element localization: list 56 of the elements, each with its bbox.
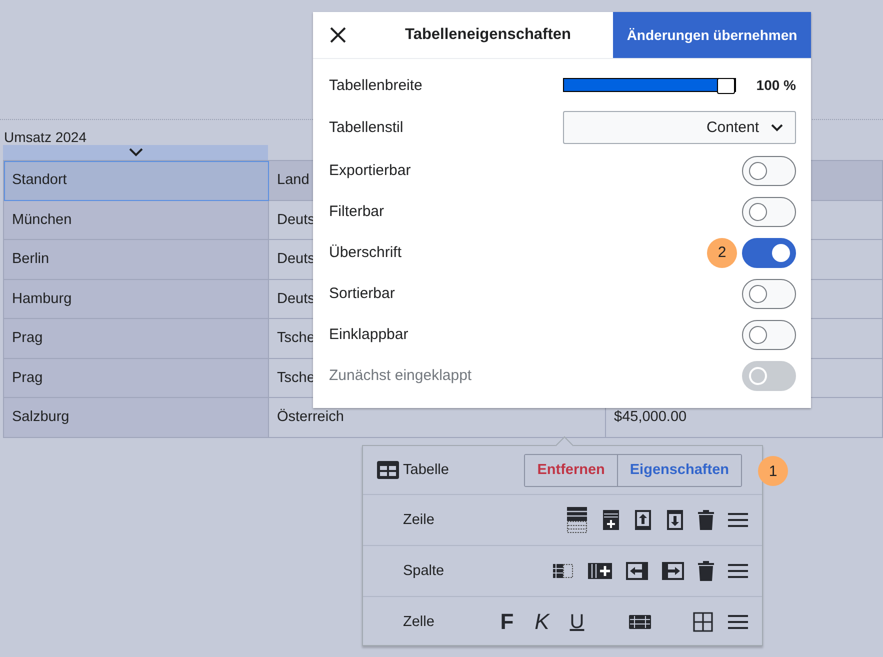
option-label: Exportierbar — [329, 162, 412, 179]
style-dropdown[interactable]: Content — [563, 111, 796, 144]
callout-badge: 2 — [707, 238, 737, 268]
table-cell: Prag — [4, 358, 269, 398]
header-cell[interactable]: Standort — [4, 161, 269, 200]
merge-cells-icon[interactable] — [629, 615, 651, 629]
format-button[interactable]: F — [497, 611, 517, 633]
table-cell: Berlin — [4, 240, 269, 280]
table-caption: Umsatz 2024 — [4, 129, 88, 145]
width-slider[interactable] — [563, 78, 736, 92]
grid-icon[interactable] — [693, 612, 713, 632]
toggle-switch[interactable] — [742, 238, 796, 268]
toggle-switch[interactable] — [742, 278, 796, 308]
menu-icon[interactable] — [728, 563, 748, 579]
option-label: Einklappbar — [329, 326, 410, 343]
format-button[interactable]: K — [532, 611, 552, 633]
table-cell: Salzburg — [4, 398, 269, 438]
toggle-switch[interactable] — [742, 196, 796, 226]
rows-icon[interactable] — [566, 506, 588, 534]
toolbar-label: Tabelle — [403, 462, 449, 478]
apply-button[interactable]: Änderungen übernehmen — [613, 12, 811, 58]
slider-value: 100 % — [755, 77, 796, 93]
toggle-switch[interactable] — [742, 320, 796, 350]
option-label: Zunächst eingeklappt — [329, 367, 473, 384]
trash-icon[interactable] — [698, 560, 714, 582]
option-label: Überschrift — [329, 244, 403, 261]
slider-thumb[interactable] — [717, 78, 735, 94]
arrow-down-icon[interactable] — [666, 509, 684, 531]
menu-icon[interactable] — [728, 512, 748, 528]
option-label: Filterbar — [329, 203, 386, 220]
trash-icon[interactable] — [698, 509, 714, 531]
add-column-icon[interactable] — [588, 563, 612, 579]
table-cell: München — [4, 200, 269, 240]
columns-icon[interactable] — [552, 563, 574, 579]
callout-badge: 1 — [758, 456, 788, 486]
chevron-down-icon — [771, 124, 783, 132]
dialog-title: Tabelleneigenschaften — [405, 26, 571, 44]
table-icon — [377, 461, 399, 479]
row-label: Zelle — [403, 614, 434, 630]
toggle-switch[interactable] — [742, 156, 796, 186]
table-cell: Prag — [4, 319, 269, 358]
add-row-icon[interactable] — [602, 509, 620, 531]
arrow-left-icon[interactable] — [626, 562, 648, 580]
table-cell: Hamburg — [4, 280, 269, 319]
arrow-right-icon[interactable] — [662, 562, 684, 580]
menu-icon[interactable] — [728, 614, 748, 630]
format-button[interactable]: U — [567, 611, 587, 633]
row-label: Zeile — [403, 512, 434, 528]
chevron-down-icon — [128, 148, 142, 157]
close-icon — [330, 27, 346, 43]
field-label: Tabellenstil — [329, 119, 404, 136]
arrow-up-icon[interactable] — [634, 509, 652, 531]
field-label: Tabellenbreite — [329, 76, 424, 94]
row-label: Spalte — [403, 563, 444, 579]
column-handle[interactable] — [3, 145, 268, 160]
option-label: Sortierbar — [329, 285, 396, 302]
